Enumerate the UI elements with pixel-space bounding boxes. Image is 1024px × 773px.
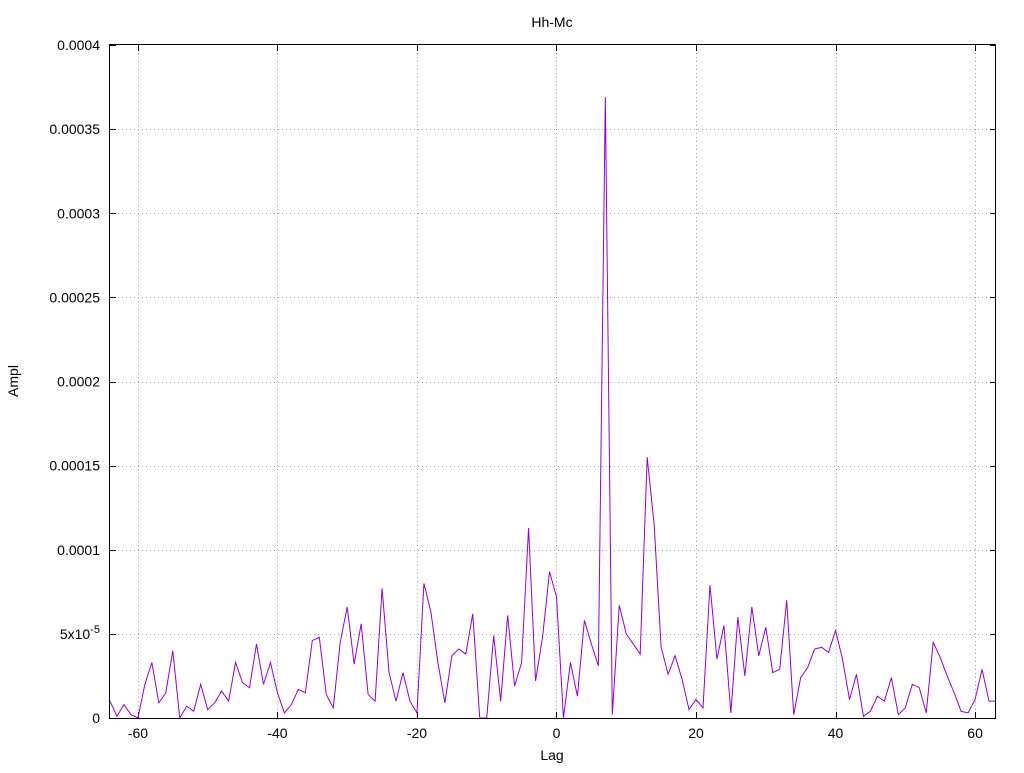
series-line: [109, 97, 996, 720]
series-layer: [109, 97, 996, 720]
x-tick-label: 60: [967, 725, 983, 741]
x-tick-label: -20: [407, 725, 427, 741]
x-tick-label: 0: [553, 725, 561, 741]
y-tick-label: 0.0004: [57, 37, 100, 53]
y-axis-title: Ampl: [5, 365, 21, 397]
y-tick-label: 0.00025: [49, 289, 100, 305]
y-tick-label: 0.00015: [49, 458, 100, 474]
x-tick-label: -60: [128, 725, 148, 741]
line-chart: -60 -40 -20 0 20 40 60 0 5x10-5 0.0001 0.00015 0.0…: [5, 14, 996, 763]
y-tick-label: 0.0002: [57, 374, 100, 390]
chart-title: Hh-Mc: [531, 14, 572, 30]
y-tick-label: 5x10-5: [60, 624, 100, 642]
x-tick-label: 20: [688, 725, 704, 741]
y-tick-label: 0.0003: [57, 205, 100, 221]
tick-layer: [110, 45, 996, 719]
y-tick-labels: 0 5x10-5 0.0001 0.00015 0.0002 0.00025 0.0003 0…: [49, 37, 100, 726]
y-tick-label: 0.00035: [49, 121, 100, 137]
grid-layer: [110, 45, 996, 718]
chart-container: -60 -40 -20 0 20 40 60 0 5x10-5 0.0001 0.00015 0.0…: [0, 0, 1024, 768]
y-tick-label: 0: [92, 710, 100, 726]
x-tick-labels: -60 -40 -20 0 20 40 60: [128, 725, 983, 741]
x-tick-label: 40: [828, 725, 844, 741]
plot-frame: [109, 44, 996, 719]
x-tick-label: -40: [267, 725, 287, 741]
x-axis-title: Lag: [540, 747, 563, 763]
y-tick-label: 0.0001: [57, 542, 100, 558]
